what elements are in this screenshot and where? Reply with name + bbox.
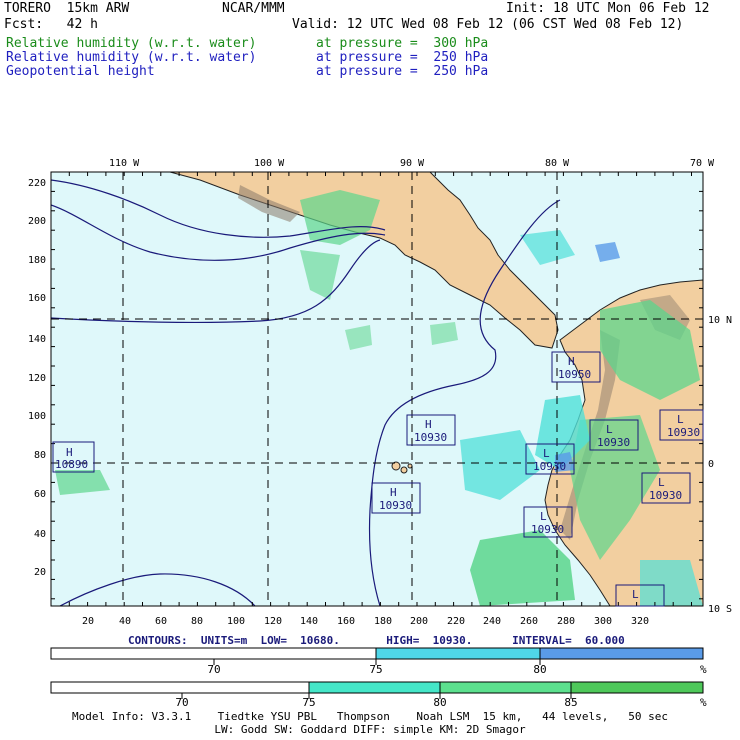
galapagos-island [400, 466, 408, 474]
lon-label: 70 W [690, 158, 715, 169]
lon-label: 110 W [109, 158, 140, 169]
lon-label: 80 W [545, 158, 570, 169]
x-tick-label: 260 [520, 616, 538, 627]
y-tick-label: 120 [28, 373, 46, 384]
center-letter: L [540, 510, 547, 523]
colorbar-300hpa [50, 681, 704, 699]
x-tick-label: 100 [227, 616, 245, 627]
x-tick-label: 320 [631, 616, 649, 627]
lon-label: 100 W [254, 158, 285, 169]
x-tick-label: 240 [483, 616, 501, 627]
lon-label: 90 W [400, 158, 425, 169]
center-value: 10930 [379, 499, 412, 512]
center-value: 10930 [597, 436, 630, 449]
weather-map: 110 W 100 W 90 W 80 W 70 W 10 N 0 10 S 2… [28, 158, 732, 709]
center-letter: L [543, 447, 550, 460]
colorbar-label: 80 [433, 696, 446, 709]
lat-label: 10 N [708, 315, 732, 326]
center-value: 10930 [649, 489, 682, 502]
center-letter: L [658, 476, 665, 489]
y-tick-label: 80 [34, 450, 46, 461]
colorbar-label: 85 [564, 696, 577, 709]
center-letter: L [606, 423, 613, 436]
y-tick-label: 200 [28, 216, 46, 227]
y-tick-label: 100 [28, 411, 46, 422]
x-tick-label: 280 [557, 616, 575, 627]
physics-info: LW: Godd SW: Goddard DIFF: simple KM: 2D… [214, 723, 526, 736]
colorbar-unit: % [700, 696, 707, 709]
lat-label: 0 [708, 459, 714, 470]
center-value: 10950 [558, 368, 591, 381]
y-tick-label: 220 [28, 178, 46, 189]
center-letter: L [632, 588, 639, 601]
y-tick-label: 40 [34, 529, 46, 540]
x-tick-label: 80 [191, 616, 203, 627]
galapagos-island [407, 463, 413, 469]
lat-label: 10 S [708, 604, 732, 615]
center-value: 10930 [667, 426, 700, 439]
x-tick-label: 40 [119, 616, 131, 627]
colorbar-label: 75 [302, 696, 315, 709]
center-value: 10890 [55, 458, 88, 471]
colorbar-label: 70 [207, 663, 220, 676]
x-tick-label: 200 [410, 616, 428, 627]
colorbar-label: 70 [175, 696, 188, 709]
center-letter: H [425, 418, 432, 431]
x-tick-label: 140 [300, 616, 318, 627]
y-tick-label: 180 [28, 255, 46, 266]
x-tick-label: 220 [447, 616, 465, 627]
colorbar-label: 75 [369, 663, 382, 676]
x-tick-label: 180 [374, 616, 392, 627]
center-letter: H [390, 486, 397, 499]
model-info: Model Info: V3.3.1 Tiedtke YSU PBL Thomp… [71, 710, 669, 723]
center-value: 10930 [533, 460, 566, 473]
x-tick-label: 300 [594, 616, 612, 627]
y-tick-label: 140 [28, 334, 46, 345]
x-tick-label: 120 [264, 616, 282, 627]
x-tick-label: 60 [155, 616, 167, 627]
x-tick-label: 20 [82, 616, 94, 627]
center-letter: L [677, 413, 684, 426]
y-tick-label: 20 [34, 567, 46, 578]
x-tick-label: 160 [337, 616, 355, 627]
y-tick-label: 60 [34, 489, 46, 500]
y-tick-label: 160 [28, 293, 46, 304]
center-value: 10930 [531, 523, 564, 536]
contour-info: CONTOURS: UNITS=m LOW= 10680. HIGH= 1093… [128, 634, 625, 647]
colorbar-unit: % [700, 663, 707, 676]
colorbar-label: 80 [533, 663, 546, 676]
center-value: 10930 [414, 431, 447, 444]
center-letter: H [568, 355, 575, 368]
